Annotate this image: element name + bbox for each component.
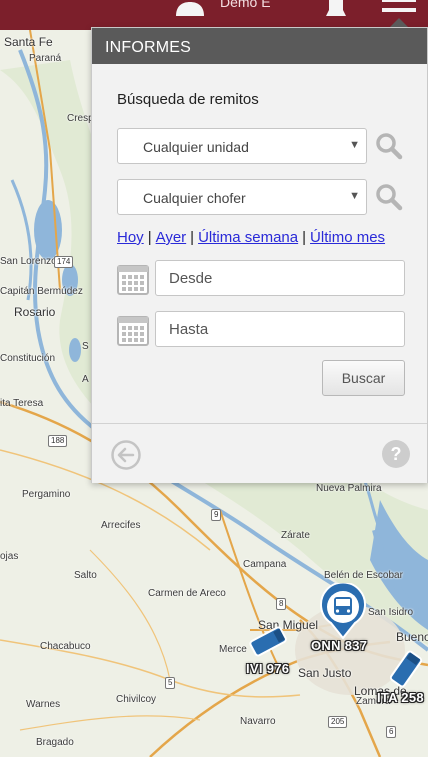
driver-select-row: Cualquier chofer ▼ bbox=[117, 179, 427, 215]
map-label-s: S bbox=[82, 341, 89, 352]
driver-select-value: Cualquier chofer bbox=[143, 190, 246, 206]
map-label-a: A bbox=[82, 374, 89, 385]
route-shield-6: 6 bbox=[386, 726, 397, 738]
calendar-icon[interactable] bbox=[117, 314, 149, 346]
caret-down-icon: ▼ bbox=[349, 190, 360, 202]
map-label-navarro: Navarro bbox=[240, 716, 276, 727]
calendar-icon[interactable] bbox=[117, 263, 149, 295]
search-icon[interactable] bbox=[375, 132, 403, 160]
link-separator: | bbox=[147, 229, 152, 246]
vehicle-label[interactable]: ONN 837 bbox=[311, 638, 367, 653]
unit-select-row: Cualquier unidad ▼ bbox=[117, 128, 427, 164]
user-name[interactable]: Demo E bbox=[220, 0, 271, 10]
map-label-chivilcoy: Chivilcoy bbox=[116, 694, 157, 705]
route-shield-174: 174 bbox=[54, 256, 74, 268]
map-label-santa-teresa: ita Teresa bbox=[0, 398, 44, 409]
unit-select[interactable]: Cualquier unidad ▼ bbox=[117, 128, 367, 164]
map-label-buenos-aires: Bueno bbox=[396, 630, 428, 644]
map-label-capitan-bermudez: Capitán Bermúdez bbox=[0, 286, 83, 297]
map-label-bragado: Bragado bbox=[36, 737, 74, 748]
truck-marker-icon[interactable] bbox=[247, 623, 291, 659]
help-icon[interactable]: ? bbox=[381, 439, 411, 469]
link-hoy[interactable]: Hoy bbox=[117, 229, 144, 246]
map-label-salto: Salto bbox=[74, 570, 97, 581]
vehicle-label[interactable]: IVI 976 bbox=[246, 661, 289, 676]
back-arrow-icon[interactable] bbox=[110, 439, 142, 471]
map-label-carmen-de-areco: Carmen de Areco bbox=[148, 588, 226, 599]
map-label-arrecifes: Arrecifes bbox=[101, 520, 141, 531]
quick-date-links: Hoy | Ayer | Última semana | Último mes bbox=[117, 229, 385, 246]
route-shield-5: 5 bbox=[165, 677, 176, 689]
map-label-rosario: Rosario bbox=[14, 305, 56, 319]
map-label-san-justo: San Justo bbox=[298, 666, 352, 680]
help-glyph: ? bbox=[391, 444, 402, 464]
from-date-row bbox=[117, 260, 407, 296]
route-shield-9: 9 bbox=[211, 509, 222, 521]
map-label-mercedes: Merce bbox=[219, 644, 247, 655]
map-label-parana: Paraná bbox=[29, 53, 62, 64]
map-label-nueva-palmira: Nueva Palmira bbox=[316, 483, 382, 494]
to-date-row bbox=[117, 311, 407, 347]
truck-marker-icon[interactable] bbox=[384, 647, 428, 691]
map-label-campana: Campana bbox=[243, 559, 287, 570]
link-ayer[interactable]: Ayer bbox=[156, 229, 187, 246]
user-icon[interactable] bbox=[174, 0, 206, 16]
map-label-zarate: Zárate bbox=[281, 530, 310, 541]
panel-footer: ? bbox=[92, 423, 427, 483]
map-label-rojas: ojas bbox=[0, 551, 19, 562]
link-ultima-semana[interactable]: Última semana bbox=[198, 229, 298, 246]
search-icon[interactable] bbox=[375, 183, 403, 211]
search-button[interactable]: Buscar bbox=[322, 360, 405, 396]
map-label-san-lorenzo: San Lorenzo bbox=[0, 256, 57, 267]
panel-header: INFORMES bbox=[92, 28, 427, 64]
bell-icon[interactable] bbox=[322, 0, 350, 18]
informes-panel: INFORMES Búsqueda de remitos Cualquier u… bbox=[91, 27, 428, 483]
link-separator: | bbox=[302, 229, 307, 246]
unit-select-value: Cualquier unidad bbox=[143, 139, 249, 155]
map-label-san-isidro: San Isidro bbox=[368, 607, 414, 618]
caret-down-icon: ▼ bbox=[349, 139, 360, 151]
panel-pointer bbox=[390, 18, 408, 27]
section-title: Búsqueda de remitos bbox=[117, 91, 259, 108]
vehicle-label[interactable]: ITA 258 bbox=[377, 690, 424, 705]
map-label-chacabuco: Chacabuco bbox=[40, 641, 91, 652]
driver-select[interactable]: Cualquier chofer ▼ bbox=[117, 179, 367, 215]
hamburger-menu-icon[interactable] bbox=[382, 0, 416, 20]
map-label-constitucion: Constitución bbox=[0, 353, 56, 364]
route-shield-205: 205 bbox=[328, 716, 348, 728]
route-shield-8: 8 bbox=[276, 598, 287, 610]
from-date-input[interactable] bbox=[155, 260, 405, 296]
link-separator: | bbox=[190, 229, 195, 246]
route-shield-188: 188 bbox=[48, 435, 68, 447]
bus-marker-icon[interactable] bbox=[318, 583, 368, 639]
map-label-warnes: Warnes bbox=[26, 699, 61, 710]
map-label-belen-de-escobar: Belén de Escobar bbox=[324, 570, 403, 581]
map-label-pergamino: Pergamino bbox=[22, 489, 71, 500]
to-date-input[interactable] bbox=[155, 311, 405, 347]
top-bar: Demo E bbox=[0, 0, 428, 30]
map-label-santa-fe: Santa Fe bbox=[4, 35, 53, 49]
panel-body: Búsqueda de remitos bbox=[92, 91, 427, 108]
link-ultimo-mes[interactable]: Último mes bbox=[310, 229, 385, 246]
